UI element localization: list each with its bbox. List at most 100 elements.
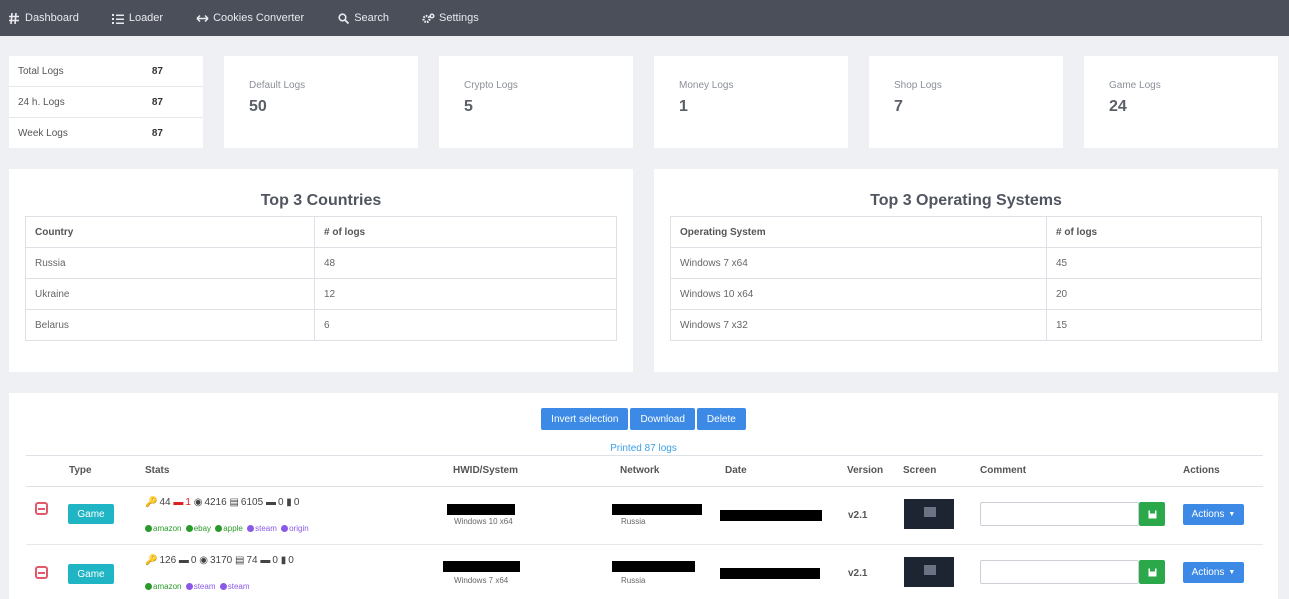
stat-files: 0: [293, 497, 300, 508]
stat-card-money: Money Logs 1: [654, 56, 848, 148]
row-tags: amazon steam steam: [145, 582, 252, 591]
tag: amazon: [145, 524, 181, 533]
stat-value: 7: [894, 98, 903, 115]
table-cell: Windows 10 x64: [670, 278, 1047, 310]
hash-icon: [8, 12, 21, 25]
table-cell: Windows 7 x64: [670, 247, 1047, 279]
redacted-date: [720, 510, 822, 521]
tag: apple: [215, 524, 243, 533]
summary-card: Total Logs 87 24 h. Logs 87 Week Logs 87: [9, 56, 203, 148]
printed-count: Printed 87 logs: [610, 443, 677, 454]
tag-dot-icon: [145, 583, 152, 590]
tag: amazon: [145, 582, 181, 591]
stat-cards: 0: [190, 555, 197, 566]
stat-cookies: 4216: [204, 497, 227, 508]
row-select-checkbox[interactable]: [35, 502, 48, 515]
row-version: v2.1: [848, 568, 868, 579]
row-select-checkbox[interactable]: [35, 566, 48, 579]
table-header: # of logs: [1046, 216, 1262, 248]
stat-card-default: Default Logs 50: [224, 56, 418, 148]
delete-button[interactable]: Delete: [696, 408, 746, 430]
tag-dot-icon: [281, 525, 289, 532]
wallet-icon: ▬: [265, 497, 276, 508]
summary-label: Total Logs: [18, 65, 64, 77]
type-badge: Game: [68, 504, 114, 524]
redacted-ip: [612, 504, 702, 515]
summary-row-total: Total Logs 87: [9, 56, 203, 87]
nav-cookies-converter-label: Cookies Converter: [213, 12, 305, 24]
stat-label: Crypto Logs: [464, 80, 518, 91]
tag: ebay: [185, 524, 211, 533]
stat-label: Shop Logs: [894, 80, 942, 91]
caret-down-icon: ▼: [1228, 569, 1236, 576]
actions-dropdown-button[interactable]: Actions ▼: [1183, 504, 1244, 525]
column-header: Stats: [145, 465, 170, 476]
nav-search[interactable]: Search: [337, 12, 389, 25]
table-header: Country: [25, 216, 315, 248]
file-icon: ▮: [286, 497, 292, 508]
column-header: Version: [847, 465, 884, 476]
nav-loader[interactable]: Loader: [112, 12, 163, 25]
logs-table-header: Type Stats HWID/System Network Date Vers…: [26, 455, 1263, 487]
wallet-icon: ▬: [260, 555, 271, 566]
card-icon: ▬: [178, 555, 189, 566]
cookie-icon: ◉: [199, 555, 208, 566]
top-countries-table: Country # of logs Russia 48 Ukraine 12 B…: [25, 216, 617, 341]
redacted-hwid: [447, 504, 515, 515]
table-row: Windows 10 x64 20: [670, 278, 1262, 310]
top-countries-title: Top 3 Countries: [260, 192, 382, 209]
row-stats: 🔑 44 ▬ 1 ◉ 4216 ▤ 6105 ▬ 0 ▮ 0: [145, 497, 299, 508]
table-header: # of logs: [314, 216, 617, 248]
actions-dropdown-button[interactable]: Actions ▼: [1183, 562, 1244, 583]
stat-label: Game Logs: [1109, 80, 1161, 91]
screenshot-thumbnail[interactable]: [904, 499, 954, 529]
download-button[interactable]: Download: [630, 408, 695, 430]
summary-label: Week Logs: [18, 128, 68, 139]
table-row: Ukraine 12: [25, 278, 617, 310]
nav-dashboard[interactable]: Dashboard: [8, 12, 79, 25]
column-header: Date: [725, 465, 747, 476]
tag: steam: [247, 524, 277, 533]
caret-down-icon: ▼: [1228, 511, 1236, 518]
stat-autofill: 74: [246, 555, 258, 566]
table-cell: Windows 7 x32: [670, 309, 1047, 341]
stat-passwords: 44: [159, 497, 171, 508]
row-version: v2.1: [848, 510, 868, 521]
table-header: Operating System: [670, 216, 1047, 248]
logs-card: Invert selection Download Delete Printed…: [9, 393, 1278, 599]
stat-label: Default Logs: [249, 80, 306, 91]
table-cell: 48: [314, 247, 617, 279]
save-comment-button[interactable]: [1139, 560, 1165, 584]
tag-text: steam: [227, 582, 250, 591]
search-icon: [337, 12, 350, 25]
tag-dot-icon: [215, 525, 223, 532]
actions-label: Actions: [1191, 567, 1225, 578]
logs-toolbar: Invert selection Download Delete: [9, 408, 1278, 430]
summary-row-week: Week Logs 87: [9, 118, 203, 149]
column-header: Screen: [903, 465, 937, 476]
invert-selection-button[interactable]: Invert selection: [541, 408, 629, 430]
stat-wallets: 0: [277, 497, 284, 508]
stat-passwords: 126: [159, 555, 177, 566]
top-navbar: Dashboard Loader Cookies Converter Searc…: [0, 0, 1289, 36]
card-icon: ▬: [173, 497, 184, 508]
table-cell: 12: [314, 278, 617, 310]
comment-input[interactable]: [980, 502, 1139, 526]
screenshot-thumbnail[interactable]: [904, 557, 954, 587]
row-tags: amazon ebay apple steam origin: [145, 524, 311, 533]
top-countries-card: Top 3 Countries Country # of logs Russia…: [9, 169, 633, 372]
stat-cards: 1: [185, 497, 191, 508]
column-header: Actions: [1183, 465, 1220, 476]
tag-text: apple: [223, 524, 243, 533]
row-network: Russia: [621, 576, 646, 585]
table-cell: Russia: [25, 247, 315, 279]
nav-cookies-converter[interactable]: Cookies Converter: [196, 12, 304, 25]
redacted-ip: [612, 561, 695, 572]
tag-text: amazon: [153, 524, 182, 533]
save-icon: [1148, 510, 1156, 518]
comment-input[interactable]: [980, 560, 1139, 584]
key-icon: 🔑: [145, 497, 158, 508]
nav-settings[interactable]: Settings: [422, 12, 479, 25]
save-comment-button[interactable]: [1139, 502, 1165, 526]
redacted-hwid: [443, 561, 520, 572]
